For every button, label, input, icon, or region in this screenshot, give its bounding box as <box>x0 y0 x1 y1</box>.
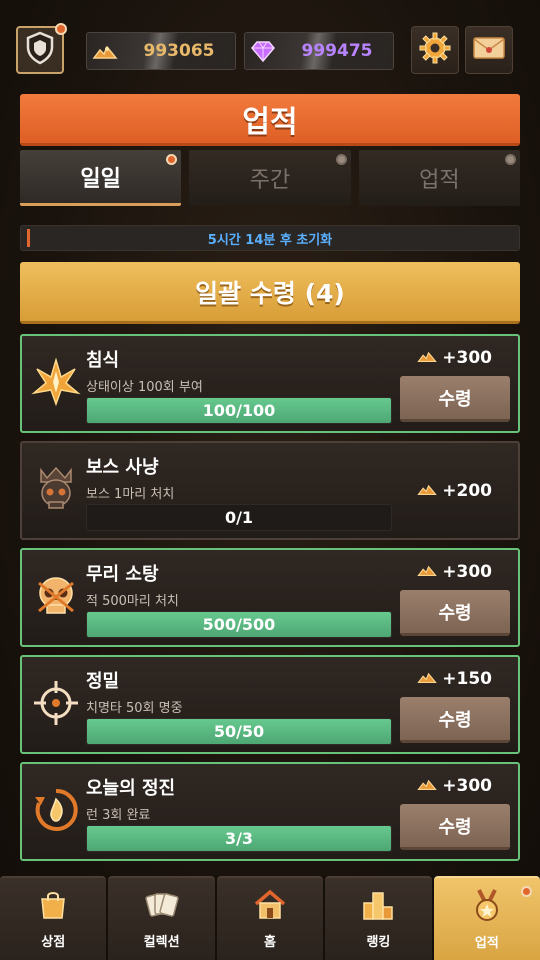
claim-all-button[interactable]: 일괄 수령 (4) <box>20 262 520 324</box>
ranking-icon <box>361 889 395 925</box>
nav-achievements[interactable]: 업적 <box>433 876 540 960</box>
reward-amount: +300 <box>442 348 492 368</box>
bottom-nav: 상점 컬렉션 홈 랭킹 업적 <box>0 876 540 960</box>
gold-pile-icon <box>416 776 438 796</box>
quest-reward: +200 <box>416 481 492 501</box>
page-title: 업적 <box>20 94 520 146</box>
quest-progress-bar: 100/100 <box>86 397 392 424</box>
nav-notification-dot <box>521 886 533 897</box>
gold-pile-icon <box>416 669 438 689</box>
settings-button[interactable] <box>411 26 459 74</box>
quest-description: 적 500마리 처치 <box>86 594 179 609</box>
quest-description: 보스 1마리 처치 <box>86 487 175 502</box>
nav-ranking[interactable]: 랭킹 <box>325 876 432 960</box>
reward-amount: +300 <box>442 776 492 796</box>
quest-progress-text: 50/50 <box>213 722 265 741</box>
tab-daily[interactable]: 일일 <box>20 150 182 206</box>
gem-amount: 999475 <box>301 41 373 61</box>
crosshair-icon <box>28 675 84 731</box>
shop-bag-icon <box>37 889 69 925</box>
quest-progress-bar: 500/500 <box>86 611 392 638</box>
reset-timer-text: 5시간 14분 후 초기화 <box>207 232 333 248</box>
quest-item: 정밀 치명타 50회 명중 50/50 +150 수령 <box>20 655 520 754</box>
envelope-icon <box>472 35 506 65</box>
home-icon <box>253 889 287 925</box>
gold-amount: 993065 <box>143 41 215 61</box>
skull-icon <box>28 568 84 624</box>
nav-home[interactable]: 홈 <box>216 876 324 960</box>
quest-list: 침식 상태이상 100회 부여 100/100 +300 수령 보스 사냥 보스… <box>20 334 520 869</box>
reward-amount: +150 <box>442 669 492 689</box>
nav-label: 상점 <box>41 934 66 950</box>
gem-counter: 999475 <box>244 32 394 70</box>
quest-description: 치명타 50회 명중 <box>86 701 183 716</box>
medal-icon <box>471 888 503 926</box>
profile-button[interactable] <box>16 23 67 74</box>
quest-reward: +150 <box>416 669 492 689</box>
claim-button[interactable]: 수령 <box>400 590 510 636</box>
gem-icon <box>245 33 281 69</box>
profile-notification-dot <box>55 23 67 35</box>
nav-label: 홈 <box>264 934 276 950</box>
claim-button[interactable]: 수령 <box>400 804 510 850</box>
quest-progress-text: 100/100 <box>202 401 276 420</box>
tab-weekly[interactable]: 주간 <box>189 150 351 206</box>
crystal-burst-icon <box>28 354 84 410</box>
fire-cycle-icon <box>28 782 84 838</box>
cards-icon <box>144 889 180 925</box>
gear-icon <box>419 32 451 68</box>
quest-progress-bar: 0/1 <box>86 504 392 531</box>
gold-pile-icon <box>416 348 438 368</box>
quest-progress-bar: 3/3 <box>86 825 392 852</box>
nav-label: 랭킹 <box>366 934 391 950</box>
tab-notification-dot <box>504 154 516 165</box>
top-bar: 993065 999475 <box>0 23 540 76</box>
tab-bar: 일일 주간 업적 <box>20 150 520 206</box>
quest-description: 상태이상 100회 부여 <box>86 380 203 395</box>
reset-timer-mark <box>27 229 30 247</box>
gold-pile-icon <box>416 481 438 501</box>
quest-progress-bar: 50/50 <box>86 718 392 745</box>
reward-amount: +300 <box>442 562 492 582</box>
tab-achievements[interactable]: 업적 <box>358 150 520 206</box>
reset-timer: 5시간 14분 후 초기화 <box>20 225 520 251</box>
mail-button[interactable] <box>465 26 513 74</box>
quest-reward: +300 <box>416 348 492 368</box>
nav-label: 업적 <box>474 935 499 951</box>
gold-counter: 993065 <box>86 32 236 70</box>
quest-description: 런 3회 완료 <box>86 808 151 823</box>
shield-profile-icon <box>25 31 55 69</box>
claim-button[interactable]: 수령 <box>400 697 510 743</box>
nav-shop[interactable]: 상점 <box>0 876 107 960</box>
quest-item: 침식 상태이상 100회 부여 100/100 +300 수령 <box>20 334 520 433</box>
tab-label: 주간 <box>249 168 291 193</box>
reward-amount: +200 <box>442 481 492 501</box>
tab-notification-dot <box>335 154 347 165</box>
quest-item: 무리 소탕 적 500마리 처치 500/500 +300 수령 <box>20 548 520 647</box>
nav-collection[interactable]: 컬렉션 <box>108 876 215 960</box>
tab-notification-dot <box>166 154 178 165</box>
quest-reward: +300 <box>416 562 492 582</box>
quest-progress-text: 500/500 <box>202 615 276 634</box>
quest-title: 정밀 <box>86 671 120 692</box>
quest-title: 무리 소탕 <box>86 564 159 585</box>
tab-label: 일일 <box>80 166 121 192</box>
crowned-skull-icon <box>28 461 84 517</box>
gold-pile-icon <box>87 33 123 69</box>
gold-pile-icon <box>416 562 438 582</box>
quest-progress-text: 0/1 <box>224 508 254 527</box>
quest-title: 침식 <box>86 350 120 371</box>
nav-label: 컬렉션 <box>143 934 180 950</box>
quest-reward: +300 <box>416 776 492 796</box>
quest-title: 오늘의 정진 <box>86 778 176 799</box>
quest-item: 오늘의 정진 런 3회 완료 3/3 +300 수령 <box>20 762 520 861</box>
quest-progress-text: 3/3 <box>224 829 254 848</box>
tab-label: 업적 <box>419 168 460 193</box>
claim-button[interactable]: 수령 <box>400 376 510 422</box>
quest-item: 보스 사냥 보스 1마리 처치 0/1 +200 <box>20 441 520 540</box>
quest-title: 보스 사냥 <box>86 457 159 478</box>
